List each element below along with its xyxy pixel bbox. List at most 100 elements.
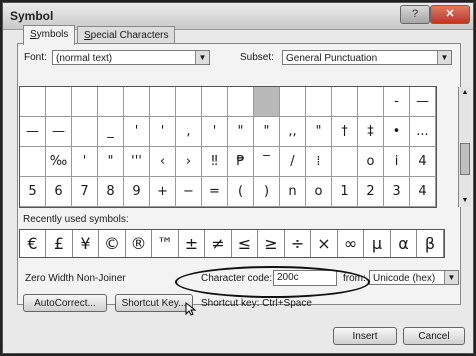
symbol-cell[interactable]: ₱ [228, 147, 254, 177]
tab-symbols[interactable]: Symbols [23, 25, 76, 45]
symbol-cell[interactable]: † [332, 117, 358, 147]
symbol-cell[interactable] [150, 87, 176, 117]
symbol-cell[interactable] [202, 87, 228, 117]
symbol-cell[interactable]: o [306, 177, 332, 207]
symbol-cell[interactable]: 4 [410, 147, 436, 177]
recent-symbol-cell[interactable]: β [418, 230, 444, 257]
subset-label: Subset: [240, 52, 274, 63]
symbol-cell[interactable]: = [202, 177, 228, 207]
symbol-cell[interactable]: 7 [72, 177, 98, 207]
symbol-cell[interactable]: 2 [358, 177, 384, 207]
symbol-cell[interactable] [332, 147, 358, 177]
scroll-up-icon[interactable]: ▲ [459, 87, 471, 99]
symbol-cell[interactable] [72, 87, 98, 117]
symbol-cell[interactable]: › [176, 147, 202, 177]
symbol-grid: - — — — _ ' ', ' " ",, " † ‡ •... ‰ ' " ''' ‹ › ‼ ₱ ‾ / ⁞ o i 4 5 6 7 8… [19, 86, 471, 208]
symbol-cell[interactable]: 4 [410, 177, 436, 207]
symbol-cell[interactable]: — [410, 87, 436, 117]
symbol-cell[interactable] [358, 87, 384, 117]
symbol-cell[interactable]: ‹ [150, 147, 176, 177]
symbol-cell[interactable]: 9 [124, 177, 150, 207]
recent-symbol-cell[interactable]: © [100, 230, 126, 257]
recent-symbol-cell[interactable]: ≥ [259, 230, 285, 257]
symbol-cell[interactable]: ' [72, 147, 98, 177]
symbol-cell[interactable]: ( [228, 177, 254, 207]
recent-symbol-cell[interactable]: £ [47, 230, 73, 257]
symbol-cell[interactable]: ' [202, 117, 228, 147]
from-dropdown[interactable]: Unicode (hex) ▼ [369, 270, 459, 285]
symbol-cell[interactable] [176, 87, 202, 117]
recent-symbol-cell[interactable]: × [312, 230, 338, 257]
symbol-cell[interactable] [306, 87, 332, 117]
symbol-cell[interactable] [332, 87, 358, 117]
symbol-cell[interactable]: " [254, 117, 280, 147]
recent-symbol-cell[interactable]: ∞ [338, 230, 364, 257]
symbol-cell[interactable]: ) [254, 177, 280, 207]
recent-symbol-cell[interactable]: α [391, 230, 417, 257]
scroll-down-icon[interactable]: ▼ [459, 195, 471, 207]
symbol-cell[interactable]: ,, [280, 117, 306, 147]
symbol-cell[interactable]: o [358, 147, 384, 177]
scroll-thumb[interactable] [460, 143, 470, 175]
recent-symbol-cell[interactable]: ÷ [285, 230, 311, 257]
symbol-cell[interactable] [280, 87, 306, 117]
symbol-cell[interactable]: ⁞ [306, 147, 332, 177]
symbol-cell[interactable]: — [46, 117, 72, 147]
from-value: Unicode (hex) [373, 273, 436, 284]
recent-symbol-cell[interactable]: ≤ [232, 230, 258, 257]
close-button[interactable]: ✕ [430, 5, 470, 24]
symbol-cell[interactable]: / [280, 147, 306, 177]
symbol-cell[interactable]: ' [124, 117, 150, 147]
symbol-cell[interactable]: 6 [46, 177, 72, 207]
symbol-cell[interactable] [72, 117, 98, 147]
symbol-cell[interactable]: ‼ [202, 147, 228, 177]
symbol-cell[interactable]: 1 [332, 177, 358, 207]
symbol-cell[interactable]: , [176, 117, 202, 147]
insert-button[interactable]: Insert [333, 327, 397, 345]
symbol-cell[interactable] [98, 87, 124, 117]
symbol-cell[interactable]: ‾ [254, 147, 280, 177]
recent-symbol-cell[interactable]: ≠ [206, 230, 232, 257]
symbol-cell[interactable]: ‡ [358, 117, 384, 147]
recent-symbol-cell[interactable]: ± [179, 230, 205, 257]
font-value: (normal text) [56, 53, 113, 64]
grid-scrollbar[interactable]: ▲ ▼ [458, 87, 471, 207]
subset-dropdown[interactable]: General Punctuation ▼ [282, 50, 452, 65]
symbol-cell[interactable]: ''' [124, 147, 150, 177]
symbol-cell[interactable]: " [98, 147, 124, 177]
symbol-cell[interactable] [20, 87, 46, 117]
symbol-cell[interactable] [20, 147, 46, 177]
symbol-cell[interactable]: n [280, 177, 306, 207]
tab-special-characters[interactable]: Special Characters [77, 26, 176, 44]
symbol-cell[interactable]: • [384, 117, 410, 147]
symbol-cell[interactable]: ... [410, 117, 436, 147]
recent-symbol-cell[interactable]: ™ [153, 230, 179, 257]
highlight-ellipse [175, 266, 370, 298]
symbol-cell[interactable]: 5 [20, 177, 46, 207]
symbol-cell[interactable]: ' [150, 117, 176, 147]
symbol-cell[interactable] [254, 87, 280, 117]
symbol-cell[interactable]: ‰ [46, 147, 72, 177]
symbol-cell[interactable]: - [384, 87, 410, 117]
symbol-cell[interactable]: + [150, 177, 176, 207]
recent-symbol-cell[interactable]: € [20, 230, 46, 257]
shortcut-key-button[interactable]: Shortcut Key... [115, 294, 193, 312]
symbol-cell[interactable] [46, 87, 72, 117]
autocorrect-button[interactable]: AutoCorrect... [23, 294, 107, 312]
symbol-cell[interactable]: " [228, 117, 254, 147]
recent-symbol-cell[interactable]: ¥ [73, 230, 99, 257]
symbol-cell[interactable] [228, 87, 254, 117]
symbol-cell[interactable]: 3 [384, 177, 410, 207]
recent-symbol-cell[interactable]: µ [365, 230, 391, 257]
symbol-cell[interactable] [124, 87, 150, 117]
help-button[interactable]: ? [400, 5, 430, 24]
font-dropdown[interactable]: (normal text) ▼ [52, 50, 210, 65]
symbol-cell[interactable]: 8 [98, 177, 124, 207]
symbol-cell[interactable]: — [20, 117, 46, 147]
symbol-cell[interactable]: _ [98, 117, 124, 147]
symbol-cell[interactable]: − [176, 177, 202, 207]
symbol-cell[interactable]: " [306, 117, 332, 147]
recent-symbol-cell[interactable]: ® [126, 230, 152, 257]
cancel-button[interactable]: Cancel [403, 327, 465, 345]
symbol-cell[interactable]: i [384, 147, 410, 177]
